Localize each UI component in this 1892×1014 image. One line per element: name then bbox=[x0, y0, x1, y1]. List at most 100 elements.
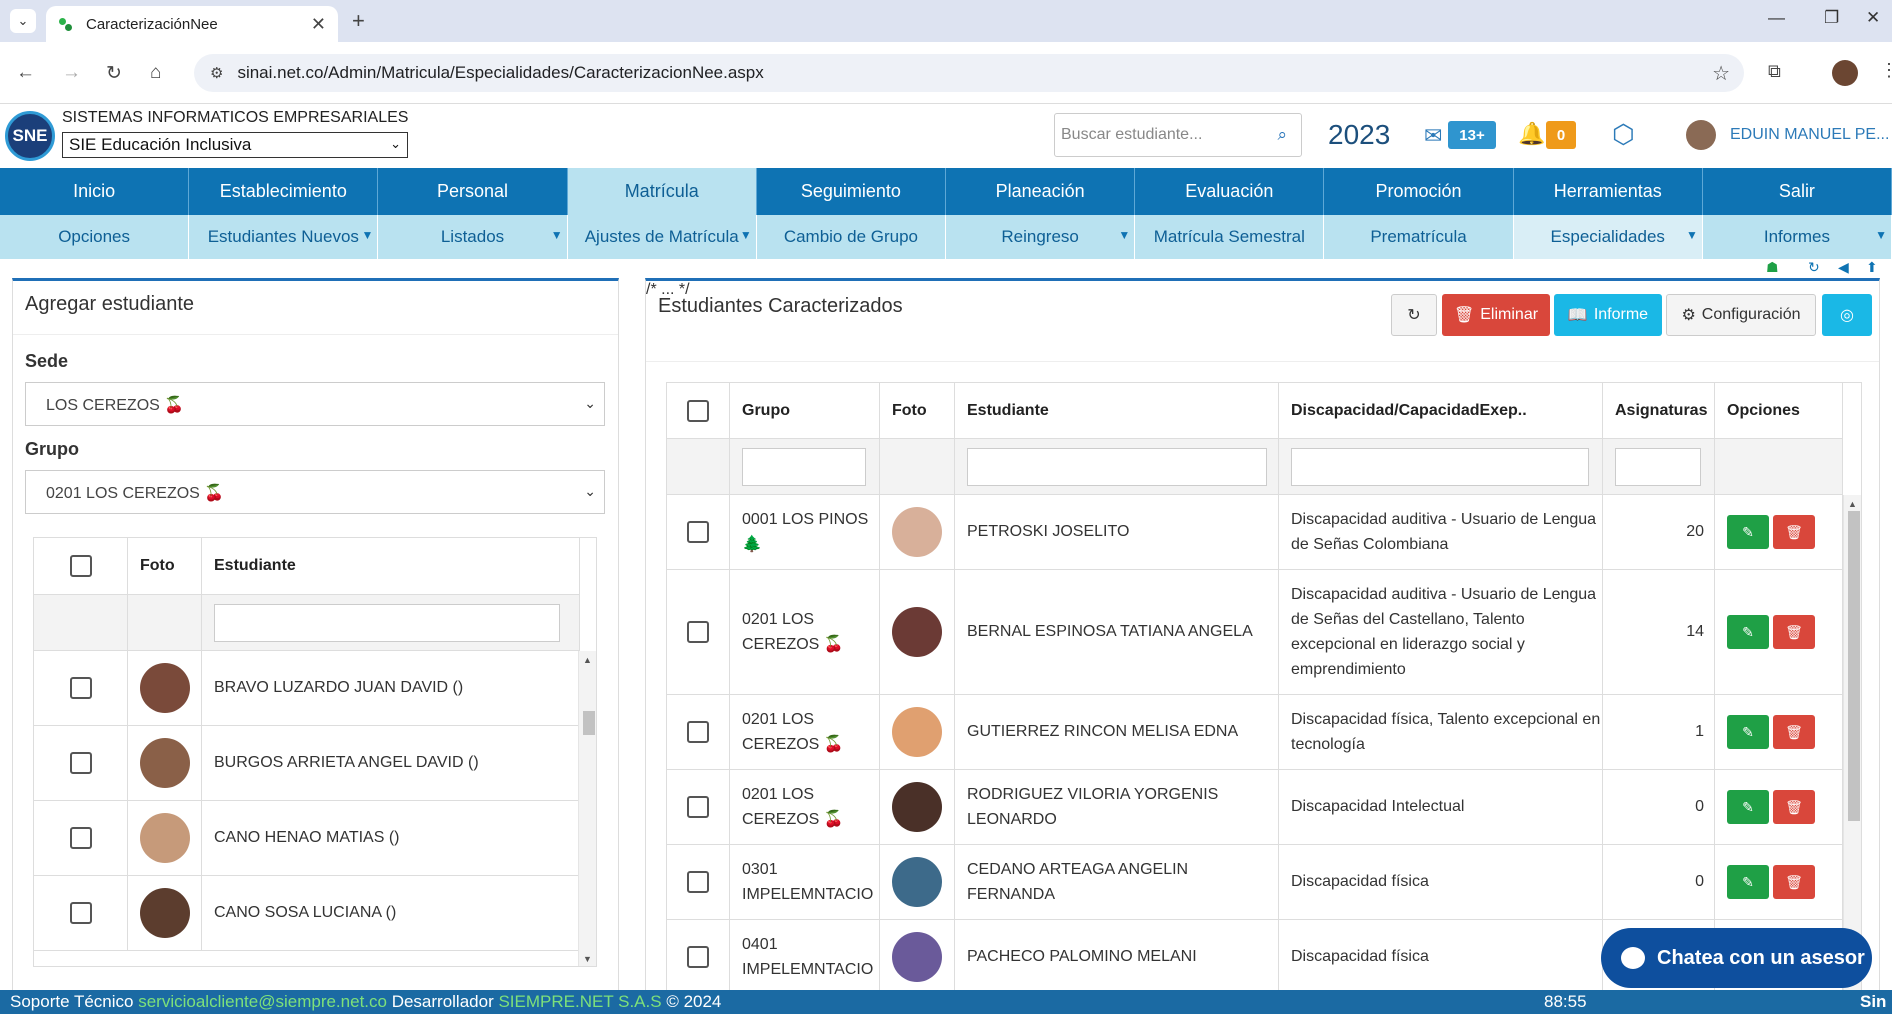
menu-herramientas[interactable]: Herramientas bbox=[1514, 168, 1703, 215]
submenu-especialidades[interactable]: Especialidades ▼ bbox=[1513, 215, 1703, 259]
header-grupo[interactable]: Grupo bbox=[730, 383, 880, 438]
help-button[interactable]: ◎ bbox=[1822, 294, 1872, 336]
row-checkbox[interactable] bbox=[687, 721, 709, 743]
site-info-icon[interactable]: ⚙ bbox=[210, 64, 223, 82]
submenu-matricula-semestral[interactable]: Matrícula Semestral bbox=[1135, 215, 1325, 259]
cube-icon[interactable]: ⬡ bbox=[1612, 119, 1635, 150]
menu-promocion[interactable]: Promoción bbox=[1324, 168, 1514, 215]
submenu-opciones[interactable]: Opciones bbox=[0, 215, 190, 259]
row-checkbox[interactable] bbox=[687, 796, 709, 818]
delete-row-button[interactable]: 🗑 bbox=[1773, 865, 1815, 899]
select-all-checkbox[interactable] bbox=[687, 399, 709, 422]
menu-personal[interactable]: Personal bbox=[378, 168, 568, 215]
url-field[interactable]: ⚙ sinai.net.co/Admin/Matricula/Especiali… bbox=[194, 54, 1744, 92]
menu-matricula[interactable]: Matrícula bbox=[567, 168, 757, 215]
restore-icon[interactable]: ❐ bbox=[1824, 8, 1839, 28]
extensions-icon[interactable]: ⧉ bbox=[1768, 61, 1781, 82]
header-discapacidad[interactable]: Discapacidad/CapacidadExep.. bbox=[1279, 383, 1603, 438]
menu-seguimiento[interactable]: Seguimiento bbox=[757, 168, 947, 215]
search-icon[interactable]: ⌕ bbox=[1277, 125, 1287, 145]
tab-close-icon[interactable]: ✕ bbox=[311, 14, 326, 35]
delete-row-button[interactable]: 🗑 bbox=[1773, 615, 1815, 649]
back-circle-icon[interactable]: ◀ bbox=[1838, 259, 1849, 279]
home-icon[interactable]: ⌂ bbox=[150, 62, 161, 84]
report-button[interactable]: 📖 Informe bbox=[1554, 294, 1662, 336]
profile-avatar[interactable] bbox=[1832, 60, 1858, 86]
support-email-link[interactable]: servicioalcliente@siempre.net.co bbox=[138, 992, 387, 1012]
row-checkbox[interactable] bbox=[69, 677, 92, 699]
edit-button[interactable]: ✎ bbox=[1727, 790, 1769, 824]
row-checkbox[interactable] bbox=[69, 752, 92, 774]
row-checkbox[interactable] bbox=[69, 902, 92, 924]
grupo-select[interactable]: 0201 LOS CEREZOS 🍒 ⌄ bbox=[25, 470, 605, 514]
student-filter-input[interactable] bbox=[967, 447, 1267, 486]
reload-icon[interactable]: ↻ bbox=[106, 62, 122, 85]
edit-button[interactable]: ✎ bbox=[1727, 615, 1769, 649]
scroll-up-icon[interactable]: ▲ bbox=[1848, 499, 1857, 509]
menu-inicio[interactable]: Inicio bbox=[0, 168, 190, 215]
back-icon[interactable]: ← bbox=[16, 62, 35, 84]
table-scrollbar[interactable]: ▲ ▼ bbox=[578, 651, 596, 966]
grupo-filter-input[interactable] bbox=[742, 447, 866, 486]
delete-row-button[interactable]: 🗑 bbox=[1773, 515, 1815, 549]
settings-button[interactable]: ⚙ Configuración bbox=[1666, 294, 1816, 336]
mail-icon[interactable]: ✉ bbox=[1424, 123, 1442, 149]
school-year[interactable]: 2023 bbox=[1328, 119, 1390, 151]
delete-row-button[interactable]: 🗑 bbox=[1773, 790, 1815, 824]
forward-icon[interactable]: → bbox=[62, 62, 81, 84]
chat-advisor-button[interactable]: Chatea con un asesor bbox=[1601, 928, 1872, 988]
submenu-prematricula[interactable]: Prematrícula bbox=[1324, 215, 1514, 259]
edit-button[interactable]: ✎ bbox=[1727, 865, 1769, 899]
submenu-estudiantes-nuevos[interactable]: Estudiantes Nuevos ▼ bbox=[189, 215, 379, 259]
header-asignaturas[interactable]: Asignaturas bbox=[1603, 383, 1715, 438]
header-estudiante[interactable]: Estudiante bbox=[202, 538, 580, 594]
notification-count-badge[interactable]: 0 bbox=[1546, 121, 1576, 149]
bookmark-star-icon[interactable]: ☆ bbox=[1712, 61, 1730, 86]
edit-button[interactable]: ✎ bbox=[1727, 515, 1769, 549]
subjects-filter-input[interactable] bbox=[1615, 447, 1701, 486]
browser-tab[interactable]: CaracterizaciónNee ✕ bbox=[46, 6, 338, 42]
scroll-thumb[interactable] bbox=[583, 711, 595, 735]
developer-link[interactable]: SIEMPRE.NET S.A.S bbox=[498, 992, 661, 1012]
new-tab-icon[interactable]: + bbox=[352, 8, 365, 34]
submenu-listados[interactable]: Listados ▼ bbox=[378, 215, 568, 259]
refresh-button[interactable]: ↻ bbox=[1391, 294, 1437, 336]
student-filter-input[interactable] bbox=[214, 603, 560, 642]
refresh-icon[interactable]: ↻ bbox=[1808, 259, 1820, 279]
bell-icon[interactable]: 🔔 bbox=[1518, 121, 1545, 147]
up-arrow-icon[interactable]: ⬆ bbox=[1866, 259, 1878, 279]
select-all-checkbox[interactable] bbox=[69, 555, 92, 577]
sede-select[interactable]: LOS CEREZOS 🍒 ⌄ bbox=[25, 382, 605, 426]
module-select[interactable]: SIE Educación Inclusiva ⌄ bbox=[62, 132, 408, 158]
delete-button[interactable]: 🗑 Eliminar bbox=[1442, 294, 1550, 336]
users-icon[interactable]: ☗ bbox=[1766, 259, 1779, 279]
window-close-icon[interactable]: ✕ bbox=[1866, 8, 1880, 28]
header-estudiante[interactable]: Estudiante bbox=[955, 383, 1279, 438]
submenu-reingreso[interactable]: Reingreso ▼ bbox=[946, 215, 1136, 259]
row-checkbox[interactable] bbox=[687, 521, 709, 543]
scroll-thumb[interactable] bbox=[1848, 511, 1860, 821]
edit-button[interactable]: ✎ bbox=[1727, 715, 1769, 749]
user-avatar[interactable] bbox=[1686, 120, 1716, 150]
submenu-cambio-grupo[interactable]: Cambio de Grupo bbox=[757, 215, 947, 259]
menu-establecimiento[interactable]: Establecimiento bbox=[189, 168, 379, 215]
minimize-icon[interactable]: — bbox=[1768, 8, 1785, 28]
row-checkbox[interactable] bbox=[69, 827, 92, 849]
menu-salir[interactable]: Salir bbox=[1703, 168, 1892, 215]
row-checkbox[interactable] bbox=[687, 946, 709, 968]
menu-evaluacion[interactable]: Evaluación bbox=[1135, 168, 1325, 215]
row-checkbox[interactable] bbox=[687, 871, 709, 893]
mail-count-badge[interactable]: 13+ bbox=[1448, 121, 1496, 149]
menu-kebab-icon[interactable]: ⋮ bbox=[1880, 60, 1892, 81]
delete-row-button[interactable]: 🗑 bbox=[1773, 715, 1815, 749]
menu-planeacion[interactable]: Planeación bbox=[946, 168, 1136, 215]
tab-search-chevron-icon[interactable]: ⌄ bbox=[10, 9, 36, 33]
user-name[interactable]: EDUIN MANUEL PE... bbox=[1730, 126, 1889, 144]
submenu-ajustes-matricula[interactable]: Ajustes de Matrícula ▼ bbox=[568, 215, 757, 259]
scroll-up-icon[interactable]: ▲ bbox=[583, 655, 592, 665]
row-checkbox[interactable] bbox=[687, 621, 709, 643]
scroll-down-icon[interactable]: ▼ bbox=[583, 954, 592, 964]
disability-filter-input[interactable] bbox=[1291, 447, 1589, 486]
student-search-input[interactable]: Buscar estudiante... ⌕ bbox=[1054, 113, 1302, 157]
submenu-informes[interactable]: Informes ▼ bbox=[1703, 215, 1892, 259]
